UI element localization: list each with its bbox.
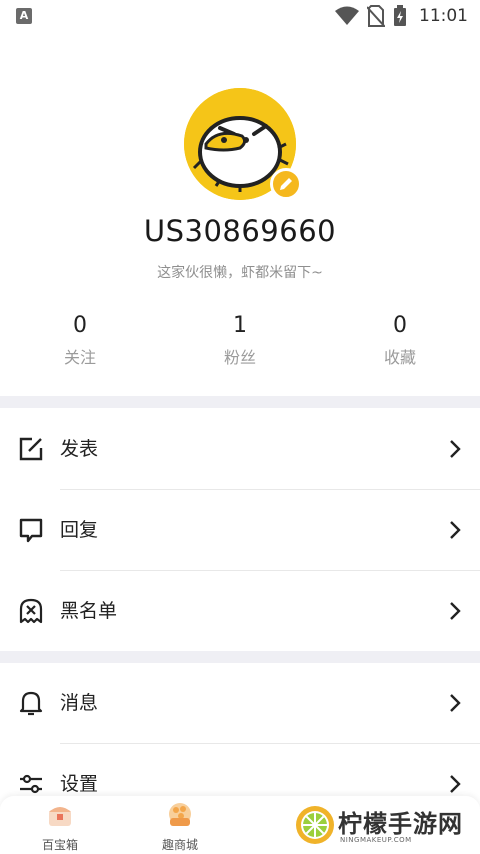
status-icons: 11:01 (335, 4, 468, 28)
chevron-right-icon (450, 521, 461, 539)
no-sim-icon (367, 5, 385, 27)
nav-tab-treasure[interactable]: 百宝箱 (20, 800, 100, 853)
watermark-subtext: NINGMAKEUP.COM (340, 836, 412, 844)
menu-item-reply-label: 回复 (60, 519, 99, 541)
stat-followers-label: 粉丝 (223, 348, 256, 367)
edit-square-icon (19, 437, 43, 461)
stat-followers-count: 1 (233, 313, 247, 338)
chevron-right-icon (450, 694, 461, 712)
nav-tab-shop[interactable]: 趣商城 (140, 800, 220, 853)
nav-tab-shop-label: 趣商城 (161, 838, 198, 852)
stat-following-count: 0 (73, 313, 87, 338)
stat-following-label: 关注 (63, 348, 96, 367)
shop-basket-icon (169, 803, 191, 826)
clock: 11:01 (419, 6, 468, 26)
menu-item-messages-label: 消息 (60, 692, 99, 714)
chevron-right-icon (450, 440, 461, 458)
pencil-icon (280, 178, 292, 190)
edit-avatar-button[interactable] (270, 168, 302, 200)
bell-icon (19, 691, 43, 716)
section-divider (0, 396, 480, 408)
stat-followers[interactable]: 1 粉丝 (180, 310, 300, 368)
site-watermark: 柠檬手游网 NINGMAKEUP.COM (292, 800, 480, 850)
chevron-right-icon (450, 775, 461, 793)
lemon-logo-icon (296, 806, 334, 844)
status-bar: A 11:01 (0, 0, 480, 32)
chevron-right-icon (450, 602, 461, 620)
stat-following[interactable]: 0 关注 (20, 310, 140, 368)
menu-item-post[interactable]: 发表 (0, 409, 480, 489)
section-divider (0, 651, 480, 663)
nav-tab-treasure-label: 百宝箱 (41, 838, 78, 852)
menu-item-blacklist[interactable]: 黑名单 (0, 571, 480, 651)
menu-item-reply[interactable]: 回复 (0, 490, 480, 570)
battery-charging-icon (394, 5, 406, 26)
ghost-x-icon (19, 598, 43, 624)
speech-bubble-icon (19, 518, 43, 543)
stat-favorites[interactable]: 0 收藏 (340, 310, 460, 368)
menu-item-blacklist-label: 黑名单 (60, 600, 118, 622)
username: US30869660 (143, 214, 337, 248)
sliders-icon (20, 774, 42, 794)
notification-a-icon: A (16, 8, 32, 24)
treasure-chest-icon (49, 807, 71, 826)
stats-row: 0 关注 1 粉丝 0 收藏 (0, 310, 480, 370)
menu-item-messages[interactable]: 消息 (0, 663, 480, 743)
stat-favorites-label: 收藏 (383, 348, 416, 367)
menu-item-post-label: 发表 (60, 438, 99, 460)
user-bio: 这家伙很懒，虾都米留下~ (157, 265, 323, 281)
avatar-container[interactable] (184, 88, 302, 200)
wifi-icon (335, 6, 359, 25)
watermark-text: 柠檬手游网 (338, 810, 463, 838)
stat-favorites-count: 0 (393, 313, 407, 338)
